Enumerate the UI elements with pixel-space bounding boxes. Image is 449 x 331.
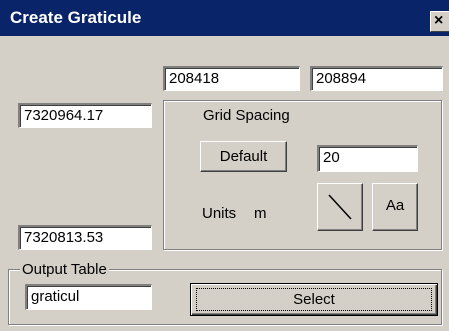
grid-spacing-caption: Grid Spacing bbox=[203, 107, 290, 124]
y-min-field[interactable]: 7320813.53 bbox=[18, 225, 152, 250]
font-button[interactable]: Aa bbox=[372, 183, 418, 231]
close-icon: × bbox=[434, 12, 444, 29]
select-button[interactable]: Select bbox=[190, 283, 438, 316]
window-title: Create Graticule bbox=[10, 8, 142, 27]
units-label: Units bbox=[202, 205, 237, 222]
default-button[interactable]: Default bbox=[200, 141, 287, 172]
close-button[interactable]: × bbox=[430, 11, 449, 32]
x-max-field[interactable]: 208894 bbox=[310, 66, 443, 91]
x-min-field[interactable]: 208418 bbox=[163, 66, 300, 91]
diagonal-line-icon bbox=[328, 194, 352, 220]
spacing-field[interactable]: 20 bbox=[317, 145, 418, 172]
title-bar[interactable]: Create Graticule × bbox=[0, 0, 449, 36]
output-table-field[interactable]: graticul bbox=[25, 284, 152, 310]
line-style-button[interactable] bbox=[317, 183, 363, 231]
create-graticule-dialog: Create Graticule × 208418 208894 7320964… bbox=[0, 0, 449, 331]
units-value: m bbox=[254, 205, 267, 222]
select-button-label: Select bbox=[293, 291, 335, 308]
y-max-field[interactable]: 7320964.17 bbox=[18, 103, 152, 128]
output-table-caption: Output Table bbox=[20, 261, 109, 279]
